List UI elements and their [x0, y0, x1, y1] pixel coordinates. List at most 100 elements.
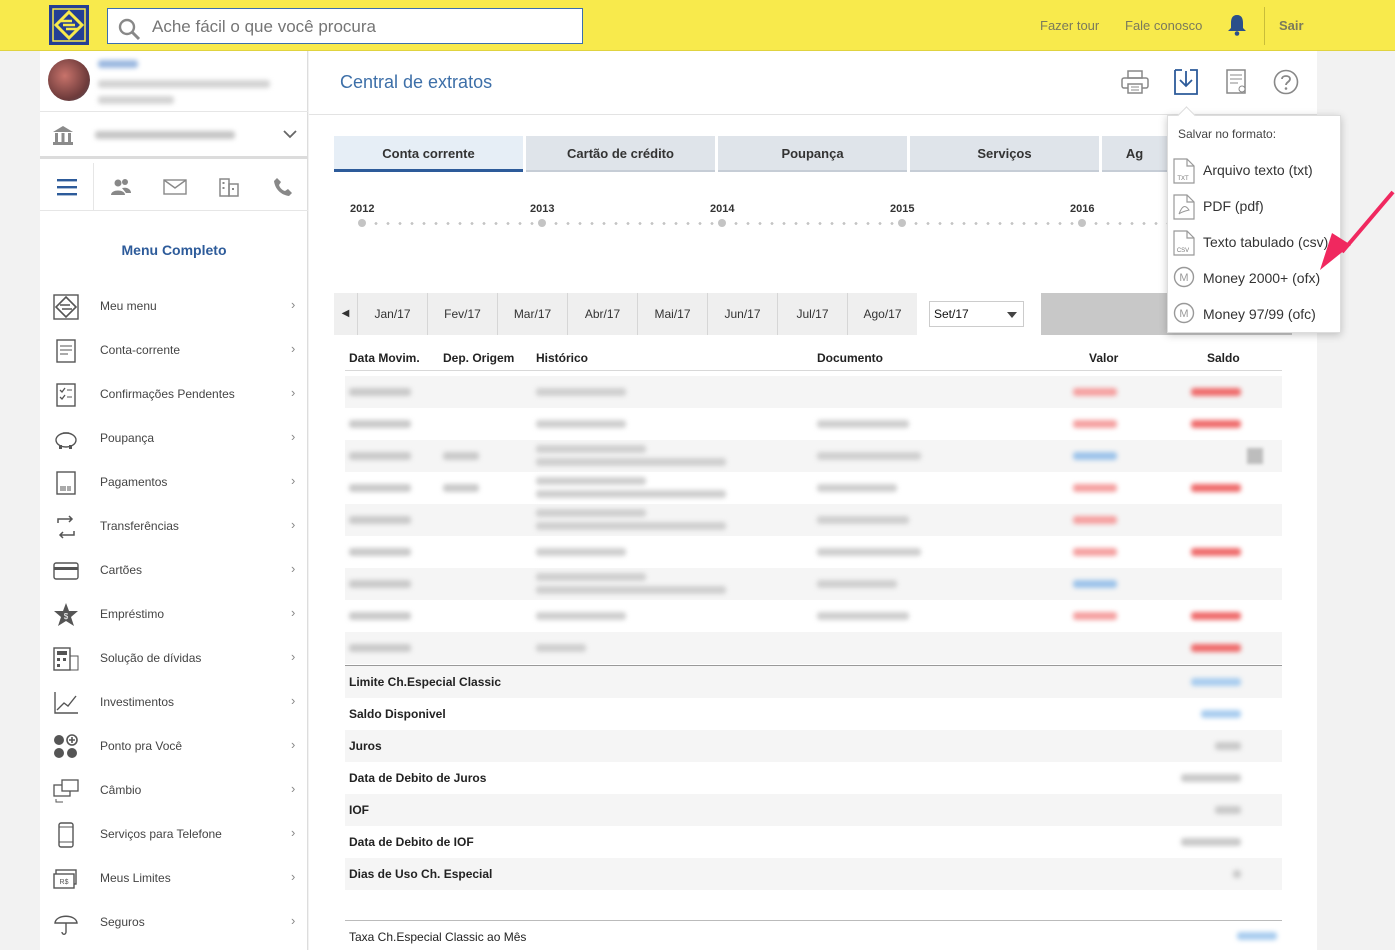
sidebar-item-seguros[interactable]: Seguros ›: [40, 901, 308, 945]
chevron-right-icon: ›: [291, 781, 296, 796]
year-2016[interactable]: 2016: [1070, 203, 1094, 215]
download-format-option[interactable]: CSV Texto tabulado (csv): [1168, 224, 1342, 260]
download-format-option[interactable]: M Money 97/99 (ofc): [1168, 296, 1342, 332]
balance-blurred: [1191, 644, 1241, 652]
value-blurred: [1073, 548, 1117, 556]
month-select[interactable]: Set/17: [917, 293, 1041, 335]
year-2015[interactable]: 2015: [890, 203, 914, 215]
sidebar-item-meus-limites[interactable]: R$ Meus Limites ›: [40, 857, 308, 901]
col-header-origin: Dep. Origem: [443, 351, 515, 365]
row-action-icon[interactable]: [1247, 448, 1263, 464]
print-button[interactable]: [1120, 67, 1150, 97]
year-dot[interactable]: [898, 219, 906, 227]
user-name-blurred: [98, 60, 138, 68]
tab-contacts[interactable]: [94, 163, 148, 211]
year-2012[interactable]: 2012: [350, 203, 374, 215]
value-blurred: [1073, 420, 1117, 428]
chevron-down-icon[interactable]: [283, 129, 297, 139]
download-format-label: Arquivo texto (txt): [1203, 162, 1313, 178]
phone-handset-icon: [274, 178, 292, 196]
prev-month-arrow-icon[interactable]: ◀: [334, 293, 358, 335]
table-row: [345, 376, 1282, 408]
sidebar-item-cambio[interactable]: Câmbio ›: [40, 769, 308, 813]
month-tab[interactable]: Mai/17: [638, 293, 708, 335]
tab-ag[interactable]: Ag: [1102, 136, 1167, 172]
chevron-right-icon: ›: [291, 561, 296, 576]
svg-text:M: M: [1179, 272, 1188, 284]
value-blurred: [1073, 612, 1117, 620]
tab-menu[interactable]: [40, 163, 94, 211]
summary-value-blurred: [1181, 774, 1241, 782]
document-blurred: [817, 580, 897, 588]
month-tab[interactable]: Mar/17: [498, 293, 568, 335]
notifications-bell-icon[interactable]: [1227, 14, 1247, 41]
summary-label: Juros: [349, 739, 382, 753]
help-button[interactable]: [1271, 67, 1301, 97]
topbar-divider: [1264, 7, 1265, 45]
search-input[interactable]: [152, 15, 572, 39]
tab-messages[interactable]: [148, 163, 202, 211]
sidebar-item-confirmacoes-pendentes[interactable]: Confirmações Pendentes ›: [40, 373, 308, 417]
year-dot[interactable]: [718, 219, 726, 227]
tab-phone[interactable]: [256, 163, 310, 211]
year-2014[interactable]: 2014: [710, 203, 734, 215]
sidebar-item-label: Meu menu: [100, 299, 157, 313]
tour-link[interactable]: Fazer tour: [1040, 18, 1099, 33]
month-tab[interactable]: Abr/17: [568, 293, 638, 335]
sidebar-item-conta-corrente[interactable]: Conta-corrente ›: [40, 329, 308, 373]
bb-logo[interactable]: [49, 5, 89, 45]
sidebar-item-label: Ponto pra Você: [100, 739, 183, 753]
user-card[interactable]: [40, 51, 308, 112]
download-format-option[interactable]: TXT Arquivo texto (txt): [1168, 152, 1342, 188]
month-tab[interactable]: Jun/17: [708, 293, 778, 335]
download-format-option[interactable]: PDF (pdf): [1168, 188, 1342, 224]
summary-row: Saldo Disponivel: [345, 698, 1282, 730]
year-dot[interactable]: [358, 219, 366, 227]
tab-servicos[interactable]: Serviços: [910, 136, 1099, 172]
year-dot[interactable]: [1078, 219, 1086, 227]
download-button[interactable]: [1171, 67, 1201, 97]
history-blurred: [536, 388, 626, 396]
tab-agency[interactable]: [202, 163, 256, 211]
month-tab[interactable]: Ago/17: [848, 293, 918, 335]
col-header-balance: Saldo: [1207, 351, 1240, 365]
summary-value-blurred: [1181, 838, 1241, 846]
tab-conta-corrente[interactable]: Conta corrente: [334, 136, 523, 172]
sidebar-item-solucao-de-dividas[interactable]: Solução de dívidas ›: [40, 637, 308, 681]
tab-poupanca[interactable]: Poupança: [718, 136, 907, 172]
value-blurred: [1073, 516, 1117, 524]
month-tab[interactable]: Fev/17: [428, 293, 498, 335]
receipt-icon: [1226, 69, 1246, 94]
year-dot[interactable]: [538, 219, 546, 227]
col-header-history: Histórico: [536, 351, 589, 365]
taxa-value-blurred: [1237, 932, 1277, 940]
envelope-icon: [163, 179, 187, 195]
account-selector[interactable]: [40, 113, 308, 159]
chevron-right-icon: ›: [291, 297, 296, 312]
search-icon: [118, 18, 141, 41]
sidebar: Menu Completo Meu menu › Conta-corrente › Co…: [40, 51, 308, 950]
bb-logo-icon: [52, 293, 80, 321]
sidebar-item-cartoes[interactable]: Cartões ›: [40, 549, 308, 593]
sidebar-item-emprestimo[interactable]: $ Empréstimo ›: [40, 593, 308, 637]
sidebar-item-label: Poupança: [100, 431, 155, 445]
table-row: [345, 536, 1282, 568]
sidebar-item-servicos-para-telefone[interactable]: Serviços para Telefone ›: [40, 813, 308, 857]
contact-link[interactable]: Fale conosco: [1125, 18, 1202, 33]
month-tab[interactable]: Jan/17: [358, 293, 428, 335]
sidebar-item-ponto-pra-voce[interactable]: Ponto pra Você ›: [40, 725, 308, 769]
search-box[interactable]: [107, 8, 583, 44]
sidebar-item-poupanca[interactable]: Poupança ›: [40, 417, 308, 461]
sidebar-item-pagamentos[interactable]: Pagamentos ›: [40, 461, 308, 505]
sidebar-item-transferencias[interactable]: Transferências ›: [40, 505, 308, 549]
month-tab[interactable]: Jul/17: [778, 293, 848, 335]
value-blurred: [1073, 452, 1117, 460]
download-format-option[interactable]: M Money 2000+ (ofx): [1168, 260, 1342, 296]
year-2013[interactable]: 2013: [530, 203, 554, 215]
tab-cartao-credito[interactable]: Cartão de crédito: [526, 136, 715, 172]
logout-button[interactable]: Sair: [1279, 18, 1304, 33]
sidebar-item-investimentos[interactable]: Investimentos ›: [40, 681, 308, 725]
download-format-header: Salvar no formato:: [1178, 127, 1277, 141]
receipts-button[interactable]: [1222, 67, 1252, 97]
sidebar-item-meu-menu[interactable]: Meu menu ›: [40, 285, 308, 329]
